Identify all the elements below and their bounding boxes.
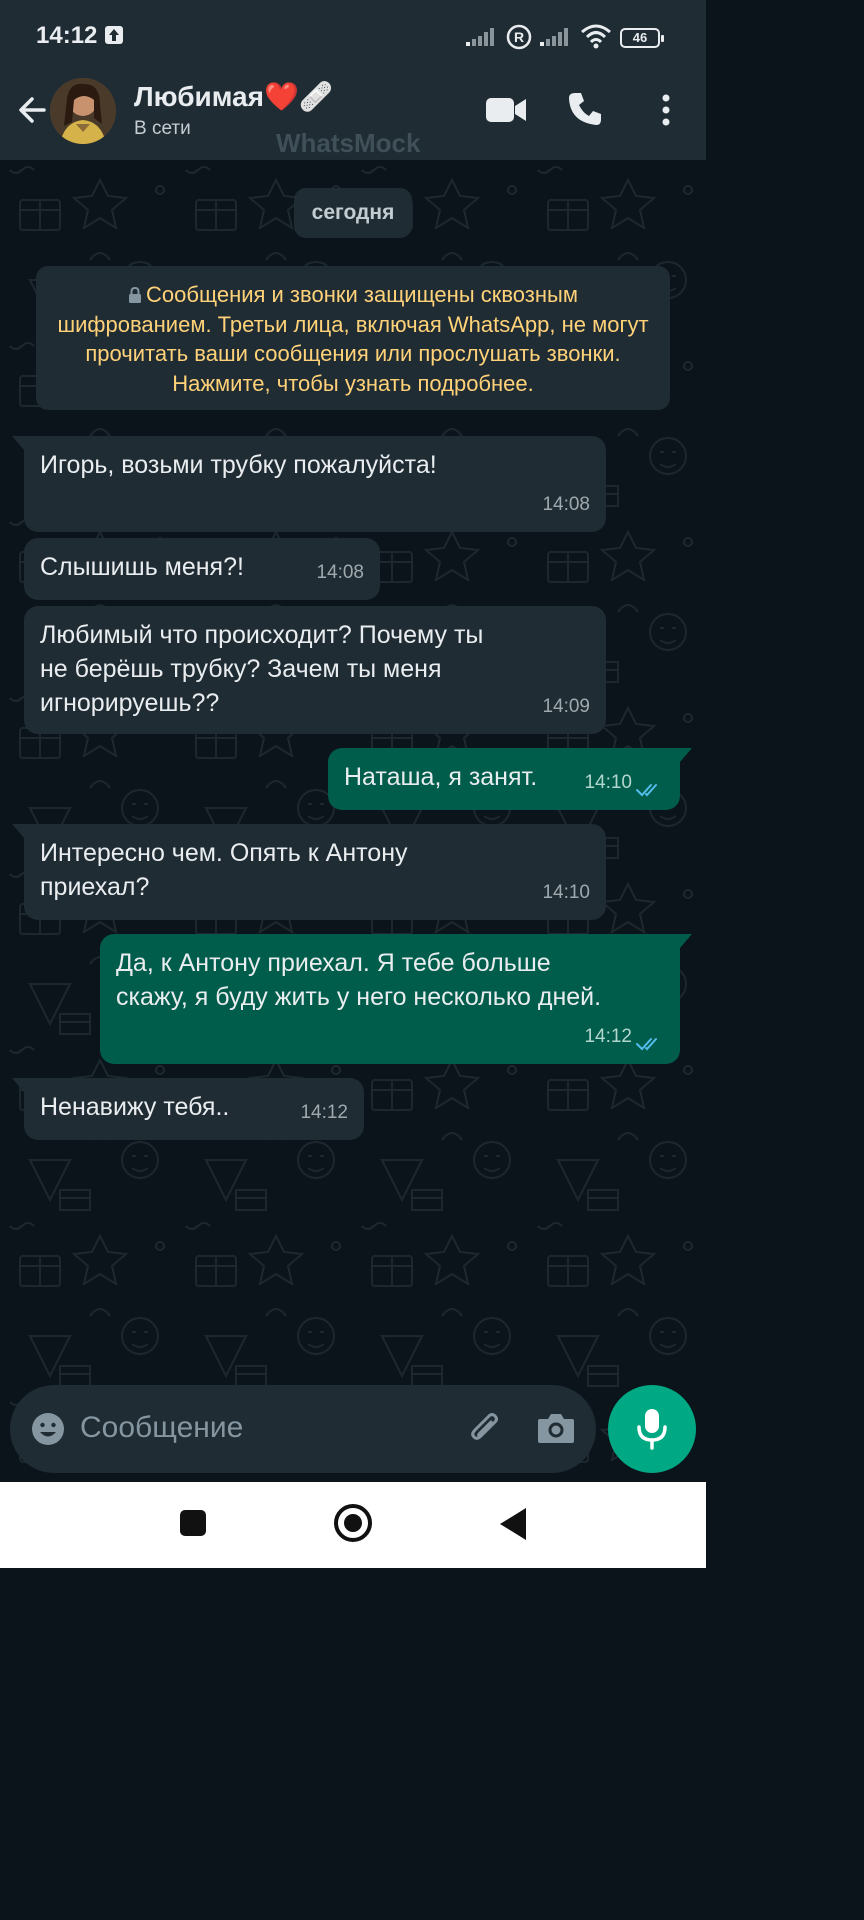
avatar[interactable] xyxy=(50,78,116,144)
message-text: Любимый что происходит? Почему ты не бер… xyxy=(40,621,484,717)
message-time: 14:10 xyxy=(584,772,632,793)
system-back-button[interactable] xyxy=(500,1508,526,1540)
more-vertical-icon[interactable] xyxy=(656,90,676,130)
message-time: 14:08 xyxy=(542,494,590,515)
read-ticks-icon xyxy=(636,784,657,797)
message-outgoing[interactable]: Да, к Антону приехал. Я тебе больше скаж… xyxy=(100,934,692,1064)
microphone-icon xyxy=(637,1409,667,1450)
arrow-back-icon[interactable] xyxy=(14,92,50,128)
home-button[interactable] xyxy=(334,1504,372,1542)
message-text: Да, к Антону приехал. Я тебе больше скаж… xyxy=(116,949,602,1011)
top-bar: 14:12 R 46 Любимая❤️🩹 В сети WhatsMock xyxy=(0,0,706,160)
voice-record-button[interactable] xyxy=(608,1385,696,1473)
message-incoming[interactable]: Ненавижу тебя.. 14:12 xyxy=(12,1078,364,1140)
encryption-notice[interactable]: Сообщения и звонки защищены сквозным шиф… xyxy=(36,266,670,410)
signal-icon-2 xyxy=(540,28,568,46)
battery-indicator: 46 xyxy=(620,28,664,48)
emoji-icon[interactable] xyxy=(30,1411,66,1447)
message-time: 14:12 xyxy=(300,1102,348,1123)
paperclip-icon[interactable] xyxy=(466,1409,506,1449)
message-time: 14:08 xyxy=(316,562,364,583)
message-incoming[interactable]: Слышишь меня?! 14:08 xyxy=(24,538,380,600)
presence-status: В сети xyxy=(134,118,191,139)
read-ticks-icon xyxy=(636,1038,657,1051)
phone-icon[interactable] xyxy=(566,90,604,128)
message-time: 14:10 xyxy=(542,882,590,903)
message-incoming[interactable]: Интересно чем. Опять к Антону приехал? 1… xyxy=(12,824,606,920)
video-call-icon[interactable] xyxy=(484,94,528,126)
lock-icon xyxy=(129,287,142,303)
roaming-icon: R xyxy=(506,24,532,50)
message-incoming[interactable]: Игорь, возьми трубку пожалуйста! 14:08 xyxy=(12,436,606,532)
message-time: 14:12 xyxy=(584,1026,632,1047)
svg-text:R: R xyxy=(514,29,524,45)
encryption-notice-text: Сообщения и звонки защищены сквозным шиф… xyxy=(57,282,649,396)
message-text: Слышишь меня?! xyxy=(40,553,244,581)
system-nav-bar xyxy=(0,1482,706,1568)
signal-icon xyxy=(466,28,494,46)
wifi-icon xyxy=(581,24,611,49)
message-input[interactable]: Сообщение xyxy=(80,1411,243,1445)
message-time: 14:09 xyxy=(542,696,590,717)
watermark: WhatsMock xyxy=(276,128,421,158)
status-time: 14:12 xyxy=(36,22,98,49)
date-separator: сегодня xyxy=(294,188,412,238)
message-outgoing[interactable]: Наташа, я занят. 14:10 xyxy=(328,748,692,810)
message-input-bar: Сообщение xyxy=(10,1385,596,1473)
message-text: Игорь, возьми трубку пожалуйста! xyxy=(40,451,437,479)
camera-icon[interactable] xyxy=(536,1409,576,1447)
contact-name[interactable]: Любимая❤️🩹 xyxy=(134,80,334,113)
chat-area[interactable]: сегодня Сообщения и звонки защищены скво… xyxy=(0,160,706,1478)
upload-notification-icon xyxy=(105,26,123,44)
status-bar: 14:12 R 46 xyxy=(0,0,706,72)
recents-button[interactable] xyxy=(180,1510,206,1536)
message-text: Интересно чем. Опять к Антону приехал? xyxy=(40,839,408,901)
message-incoming[interactable]: Любимый что происходит? Почему ты не бер… xyxy=(24,606,606,734)
